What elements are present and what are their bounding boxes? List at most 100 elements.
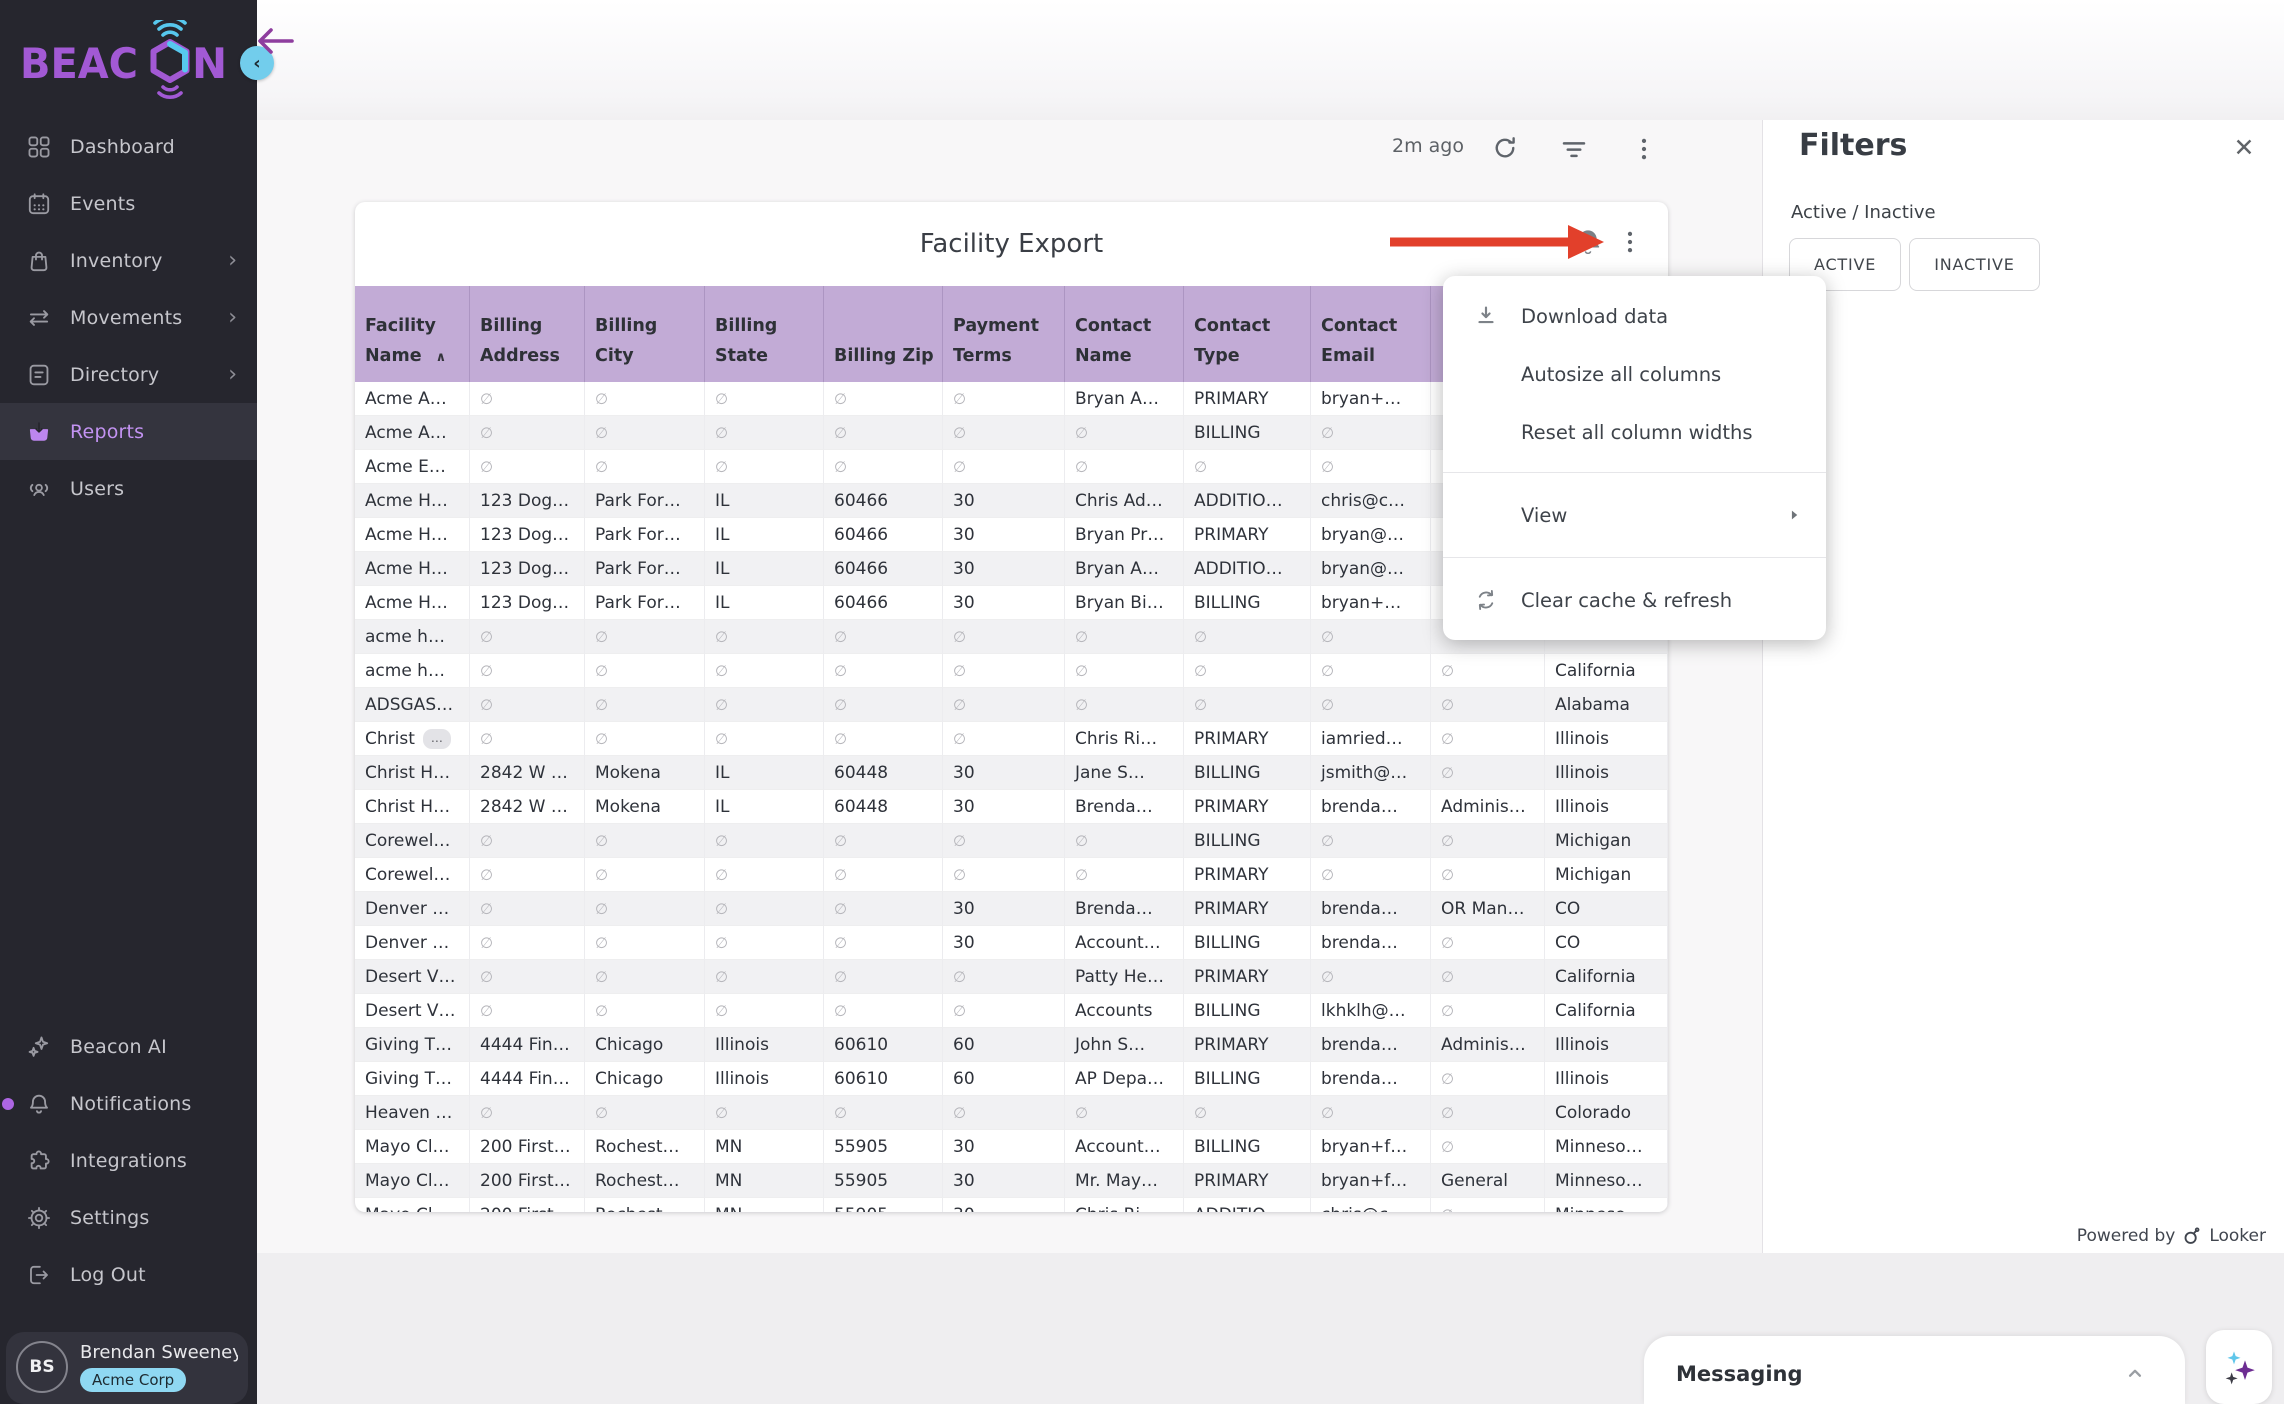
table-cell[interactable]: IL	[705, 586, 824, 620]
column-header-contact-email[interactable]: Contact Email	[1311, 286, 1431, 382]
table-cell[interactable]: 200 First…	[470, 1130, 585, 1164]
table-cell[interactable]: ∅	[1431, 960, 1545, 994]
sidebar-item-movements[interactable]: Movements›	[0, 289, 257, 346]
table-cell[interactable]: ∅	[824, 926, 943, 960]
table-cell[interactable]: ∅	[705, 960, 824, 994]
table-row[interactable]: Mayo Cl…200 First…Rochest…MN5590530Chris…	[355, 1198, 1668, 1212]
column-header-billing-address[interactable]: Billing Address	[470, 286, 585, 382]
table-cell[interactable]: CO	[1545, 926, 1668, 960]
table-cell[interactable]: CO	[1545, 892, 1668, 926]
sidebar-item-reports[interactable]: Reports	[0, 403, 257, 460]
menu-item-view[interactable]: View	[1443, 484, 1826, 546]
table-cell[interactable]: 60466	[824, 518, 943, 552]
table-cell[interactable]: ∅	[585, 722, 705, 756]
refresh-icon[interactable]	[1490, 133, 1520, 163]
table-cell[interactable]: ∅	[470, 688, 585, 722]
table-cell[interactable]: Brenda…	[1065, 790, 1184, 824]
table-cell[interactable]: 60466	[824, 552, 943, 586]
table-cell[interactable]: PRIMARY	[1184, 1164, 1311, 1198]
table-cell[interactable]: ∅	[824, 892, 943, 926]
table-cell[interactable]: Park For…	[585, 484, 705, 518]
table-cell[interactable]: bryan+f…	[1311, 1130, 1431, 1164]
table-cell[interactable]: ∅	[705, 688, 824, 722]
table-cell[interactable]: 60	[943, 1028, 1065, 1062]
table-cell[interactable]: ∅	[705, 416, 824, 450]
table-cell[interactable]: Minneso…	[1545, 1130, 1668, 1164]
table-cell[interactable]: PRIMARY	[1184, 790, 1311, 824]
table-cell[interactable]: ∅	[1065, 824, 1184, 858]
table-cell[interactable]: ∅	[705, 620, 824, 654]
table-cell[interactable]: Giving T…	[355, 1062, 470, 1096]
table-cell[interactable]: Chicago	[585, 1062, 705, 1096]
table-cell[interactable]: ∅	[1431, 1130, 1545, 1164]
column-header-facility-name[interactable]: Facility Name∧	[355, 286, 470, 382]
table-cell[interactable]: ∅	[1431, 824, 1545, 858]
table-cell[interactable]: ∅	[1311, 960, 1431, 994]
table-cell[interactable]: ∅	[824, 1096, 943, 1130]
table-cell[interactable]: ∅	[1311, 858, 1431, 892]
table-cell[interactable]: brenda…	[1311, 1028, 1431, 1062]
table-row[interactable]: Mayo Cl…200 First…Rochest…MN5590530Accou…	[355, 1130, 1668, 1164]
table-row[interactable]: Christ H…2842 W …MokenaIL6044830Brenda…P…	[355, 790, 1668, 824]
table-cell[interactable]: Acme A…	[355, 382, 470, 416]
dashboard-more-icon[interactable]	[1629, 134, 1659, 164]
table-cell[interactable]: ∅	[705, 654, 824, 688]
table-cell[interactable]: Illinois	[1545, 790, 1668, 824]
table-cell[interactable]: ∅	[1184, 654, 1311, 688]
dashboard-filters-icon[interactable]	[1559, 134, 1589, 164]
table-cell[interactable]: ADDITIO…	[1184, 552, 1311, 586]
table-cell[interactable]: Bryan A…	[1065, 382, 1184, 416]
table-cell[interactable]: Christ H…	[355, 790, 470, 824]
ai-assistant-button[interactable]	[2206, 1330, 2272, 1404]
table-cell[interactable]: ∅	[705, 926, 824, 960]
filter-option-inactive[interactable]: INACTIVE	[1909, 238, 2039, 291]
table-cell[interactable]: 55905	[824, 1130, 943, 1164]
table-cell[interactable]: Corewel…	[355, 824, 470, 858]
table-row[interactable]: Denver …∅∅∅∅30Brenda…PRIMARYbrenda…OR Ma…	[355, 892, 1668, 926]
table-cell[interactable]: acme h…	[355, 620, 470, 654]
table-cell[interactable]: 2842 W …	[470, 756, 585, 790]
table-cell[interactable]: Colorado	[1545, 1096, 1668, 1130]
table-cell[interactable]: Illinois	[1545, 1028, 1668, 1062]
table-cell[interactable]: ∅	[470, 994, 585, 1028]
table-cell[interactable]: Account…	[1065, 926, 1184, 960]
table-cell[interactable]: Michigan	[1545, 858, 1668, 892]
table-cell[interactable]: AP Depa…	[1065, 1062, 1184, 1096]
table-cell[interactable]: ∅	[1431, 926, 1545, 960]
table-cell[interactable]: ∅	[1065, 450, 1184, 484]
column-header-contact-type[interactable]: Contact Type	[1184, 286, 1311, 382]
table-cell[interactable]: PRIMARY	[1184, 382, 1311, 416]
table-cell[interactable]: ∅	[470, 858, 585, 892]
table-cell[interactable]: ∅	[470, 416, 585, 450]
table-cell[interactable]: ∅	[943, 450, 1065, 484]
table-cell[interactable]: brenda…	[1311, 926, 1431, 960]
table-cell[interactable]: 4444 Fin…	[470, 1028, 585, 1062]
table-cell[interactable]: Chris Ri…	[1065, 1198, 1184, 1212]
table-cell[interactable]: Bryan Bi…	[1065, 586, 1184, 620]
menu-item-autosize-all-columns[interactable]: Autosize all columns	[1443, 345, 1826, 403]
table-cell[interactable]: MN	[705, 1198, 824, 1212]
table-cell[interactable]: BILLING	[1184, 824, 1311, 858]
sidebar-item-log-out[interactable]: Log Out	[0, 1246, 257, 1303]
menu-item-reset-all-column-widths[interactable]: Reset all column widths	[1443, 403, 1826, 461]
table-cell[interactable]: PRIMARY	[1184, 518, 1311, 552]
table-cell[interactable]: ∅	[705, 892, 824, 926]
table-cell[interactable]: 30	[943, 926, 1065, 960]
table-cell[interactable]: Denver …	[355, 926, 470, 960]
table-cell[interactable]: BILLING	[1184, 926, 1311, 960]
table-cell[interactable]: ∅	[705, 1096, 824, 1130]
table-cell[interactable]: California	[1545, 994, 1668, 1028]
table-cell[interactable]: ∅	[470, 960, 585, 994]
table-cell[interactable]: Park For…	[585, 518, 705, 552]
table-cell[interactable]: ∅	[1311, 654, 1431, 688]
table-cell[interactable]: General	[1431, 1164, 1545, 1198]
table-cell[interactable]: ∅	[1311, 1096, 1431, 1130]
table-cell[interactable]: 60466	[824, 484, 943, 518]
table-cell[interactable]: 60448	[824, 790, 943, 824]
table-cell[interactable]: ∅	[943, 416, 1065, 450]
table-cell[interactable]: IL	[705, 790, 824, 824]
table-cell[interactable]: Michigan	[1545, 824, 1668, 858]
table-cell[interactable]: brenda…	[1311, 1062, 1431, 1096]
table-cell[interactable]: 123 Dog…	[470, 552, 585, 586]
table-cell[interactable]: BILLING	[1184, 416, 1311, 450]
